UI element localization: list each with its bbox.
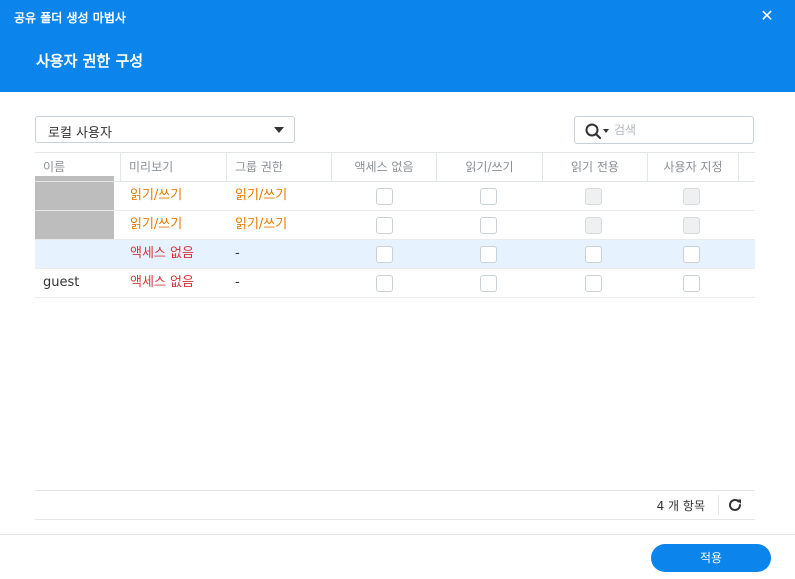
- row-group-permission: 읽기/쓰기: [235, 217, 288, 232]
- row-group-permission: 읽기/쓰기: [235, 188, 288, 203]
- search-icon[interactable]: [584, 122, 604, 140]
- column-header-preview[interactable]: 미리보기: [121, 153, 227, 182]
- row-preview: 읽기/쓰기: [130, 217, 183, 232]
- footer-divider: [718, 495, 719, 515]
- column-header-group-permission[interactable]: 그룹 권한: [227, 153, 332, 182]
- close-icon[interactable]: ✕: [759, 8, 775, 24]
- table-row[interactable]: 읽기/쓰기 읽기/쓰기: [35, 182, 755, 211]
- row-preview: 읽기/쓰기: [130, 188, 183, 203]
- row-preview: 액세스 없음: [130, 246, 194, 261]
- page-title: 사용자 권한 구성: [36, 52, 144, 70]
- search-input[interactable]: [614, 121, 744, 139]
- custom-checkbox[interactable]: [683, 246, 700, 263]
- no-access-checkbox[interactable]: [376, 188, 393, 205]
- dialog-footer-divider: [0, 534, 795, 535]
- row-group-permission: -: [235, 275, 240, 290]
- item-count: 4 개 항목: [656, 499, 705, 513]
- read-only-checkbox[interactable]: [585, 217, 602, 234]
- read-write-checkbox[interactable]: [480, 275, 497, 292]
- read-only-checkbox[interactable]: [585, 275, 602, 292]
- read-write-checkbox[interactable]: [480, 246, 497, 263]
- no-access-checkbox[interactable]: [376, 246, 393, 263]
- chevron-down-icon: [274, 127, 284, 133]
- table-row[interactable]: 액세스 없음 -: [35, 240, 755, 269]
- column-header-read-write[interactable]: 읽기/쓰기: [437, 153, 543, 182]
- search-box[interactable]: [574, 116, 754, 144]
- custom-checkbox[interactable]: [683, 188, 700, 205]
- permissions-table: 이름 미리보기 그룹 권한 액세스 없음 읽기/쓰기 읽기 전용 사용자 지정 …: [35, 152, 755, 298]
- no-access-checkbox[interactable]: [376, 217, 393, 234]
- custom-checkbox[interactable]: [683, 217, 700, 234]
- table-footer: 4 개 항목: [35, 490, 755, 520]
- search-options-caret-icon[interactable]: [603, 129, 609, 133]
- row-group-permission: -: [235, 246, 240, 261]
- no-access-checkbox[interactable]: [376, 275, 393, 292]
- table-header: 이름 미리보기 그룹 권한 액세스 없음 읽기/쓰기 읽기 전용 사용자 지정: [35, 152, 755, 182]
- read-write-checkbox[interactable]: [480, 188, 497, 205]
- user-type-dropdown-value: 로컬 사용자: [48, 126, 112, 141]
- row-preview: 액세스 없음: [130, 275, 194, 290]
- column-header-custom[interactable]: 사용자 지정: [648, 153, 739, 182]
- apply-button[interactable]: 적용: [651, 544, 771, 572]
- table-row[interactable]: guest 액세스 없음 -: [35, 269, 755, 298]
- table-row[interactable]: 읽기/쓰기 읽기/쓰기: [35, 211, 755, 240]
- user-type-dropdown[interactable]: 로컬 사용자: [35, 116, 295, 143]
- column-header-name[interactable]: 이름: [35, 153, 121, 182]
- column-header-no-access[interactable]: 액세스 없음: [332, 153, 437, 182]
- custom-checkbox[interactable]: [683, 275, 700, 292]
- column-header-read-only[interactable]: 읽기 전용: [543, 153, 648, 182]
- read-only-checkbox[interactable]: [585, 246, 602, 263]
- read-write-checkbox[interactable]: [480, 217, 497, 234]
- read-only-checkbox[interactable]: [585, 188, 602, 205]
- refresh-icon[interactable]: [727, 497, 743, 513]
- row-name: guest: [43, 275, 80, 290]
- dialog-header: 공유 폴더 생성 마법사 ✕ 사용자 권한 구성: [0, 0, 795, 92]
- window-title: 공유 폴더 생성 마법사: [14, 11, 126, 25]
